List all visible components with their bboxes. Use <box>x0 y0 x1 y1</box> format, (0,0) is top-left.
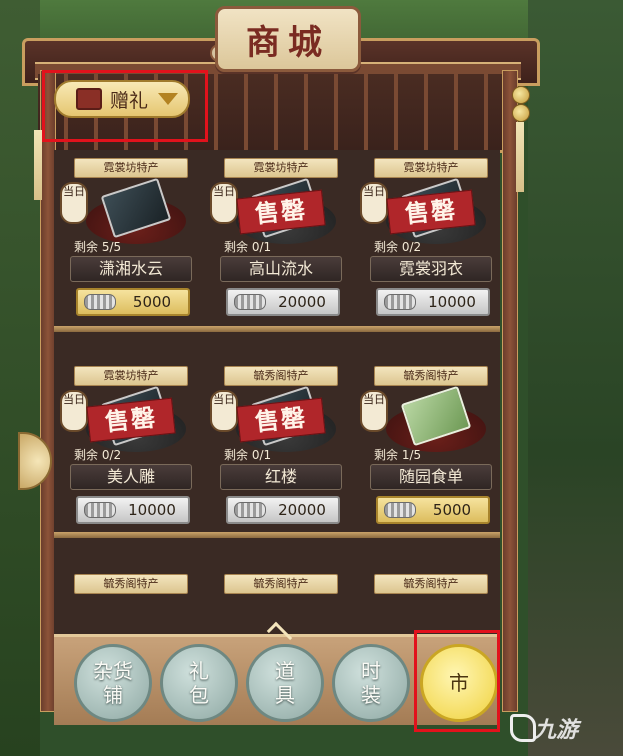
highlight-box <box>42 70 208 142</box>
watermark-text: 九游 <box>534 718 579 743</box>
coin-ornament-icon <box>512 104 530 122</box>
tassel-ornament <box>34 130 42 200</box>
tab-label: 铺 <box>103 683 123 707</box>
item-origin-tag: 毓秀阁特产 <box>374 574 488 594</box>
daily-badge: 当日 <box>60 390 88 432</box>
shop-title: 商城 <box>246 22 330 63</box>
item-price: 20000 <box>278 293 326 311</box>
coin-ornament-icon <box>512 86 530 104</box>
item-price-button[interactable]: 10000 <box>376 288 490 316</box>
tab-label: 时 <box>361 659 381 683</box>
item-price-button[interactable]: 20000 <box>226 496 340 524</box>
tab-gift-pack[interactable]: 礼 包 <box>160 644 238 722</box>
item-origin-tag: 毓秀阁特产 <box>74 574 188 594</box>
tab-label: 道 <box>275 659 295 683</box>
tab-label: 装 <box>361 683 381 707</box>
item-origin-tag: 霓裳坊特产 <box>74 158 188 178</box>
item-name: 高山流水 <box>220 256 342 282</box>
coin-icon <box>234 294 266 310</box>
background-left <box>0 0 40 756</box>
item-price-button[interactable]: 5000 <box>376 496 490 524</box>
coin-icon <box>384 502 416 518</box>
item-stock: 剩余 1/5 <box>374 448 422 462</box>
item-origin-tag: 霓裳坊特产 <box>374 158 488 178</box>
tassel-ornament <box>516 122 524 192</box>
shop-title-plaque: 商城 <box>215 6 361 72</box>
item-stock: 剩余 0/1 <box>224 448 272 462</box>
item-price-button[interactable]: 20000 <box>226 288 340 316</box>
item-price-button[interactable]: 10000 <box>76 496 190 524</box>
background-right <box>528 0 623 756</box>
item-origin-tag: 毓秀阁特产 <box>224 366 338 386</box>
tab-label: 杂货 <box>93 659 133 683</box>
shelf-divider <box>54 326 500 332</box>
item-price-button[interactable]: 5000 <box>76 288 190 316</box>
item-price: 10000 <box>128 501 176 519</box>
shop-item-card[interactable]: 毓秀阁特产 当日 售罄 剩余 0/1 红楼 20000 <box>210 366 346 536</box>
shop-item-card[interactable]: 霓裳坊特产 当日 售罄 剩余 0/1 高山流水 20000 <box>210 158 346 328</box>
item-origin-tag: 霓裳坊特产 <box>224 158 338 178</box>
item-price: 5000 <box>432 501 472 519</box>
item-name: 红楼 <box>220 464 342 490</box>
item-stock: 剩余 5/5 <box>74 240 122 254</box>
tab-items[interactable]: 道 具 <box>246 644 324 722</box>
coin-icon <box>84 502 116 518</box>
tab-fashion[interactable]: 时 装 <box>332 644 410 722</box>
daily-badge: 当日 <box>360 182 388 224</box>
tab-label: 包 <box>189 683 209 707</box>
item-name: 随园食单 <box>370 464 492 490</box>
shop-item-card[interactable]: 霓裳坊特产 当日 剩余 5/5 潇湘水云 5000 <box>60 158 196 328</box>
item-price: 20000 <box>278 501 326 519</box>
item-stock: 剩余 0/1 <box>224 240 272 254</box>
highlight-box <box>414 630 500 732</box>
item-name: 美人雕 <box>70 464 192 490</box>
item-origin-tag: 霓裳坊特产 <box>74 366 188 386</box>
shelf-divider <box>54 532 500 538</box>
item-name: 潇湘水云 <box>70 256 192 282</box>
watermark-logo-icon <box>510 714 536 742</box>
shop-item-card[interactable]: 毓秀阁特产 当日 剩余 1/5 随园食单 5000 <box>360 366 496 536</box>
daily-badge: 当日 <box>360 390 388 432</box>
item-origin-tag: 毓秀阁特产 <box>374 366 488 386</box>
tab-label: 具 <box>275 683 295 707</box>
daily-badge: 当日 <box>210 182 238 224</box>
tab-general-store[interactable]: 杂货 铺 <box>74 644 152 722</box>
daily-badge: 当日 <box>60 182 88 224</box>
coin-icon <box>234 502 266 518</box>
daily-badge: 当日 <box>210 390 238 432</box>
item-stock: 剩余 0/2 <box>374 240 422 254</box>
item-name: 霓裳羽衣 <box>370 256 492 282</box>
coin-icon <box>384 294 416 310</box>
shop-item-card[interactable]: 霓裳坊特产 当日 售罄 剩余 0/2 霓裳羽衣 10000 <box>360 158 496 328</box>
tab-label: 礼 <box>189 659 209 683</box>
coin-icon <box>84 294 116 310</box>
item-stock: 剩余 0/2 <box>74 448 122 462</box>
item-price: 5000 <box>132 293 172 311</box>
shop-item-card[interactable]: 霓裳坊特产 当日 售罄 剩余 0/2 美人雕 10000 <box>60 366 196 536</box>
item-origin-tag: 毓秀阁特产 <box>224 574 338 594</box>
item-price: 10000 <box>428 293 476 311</box>
